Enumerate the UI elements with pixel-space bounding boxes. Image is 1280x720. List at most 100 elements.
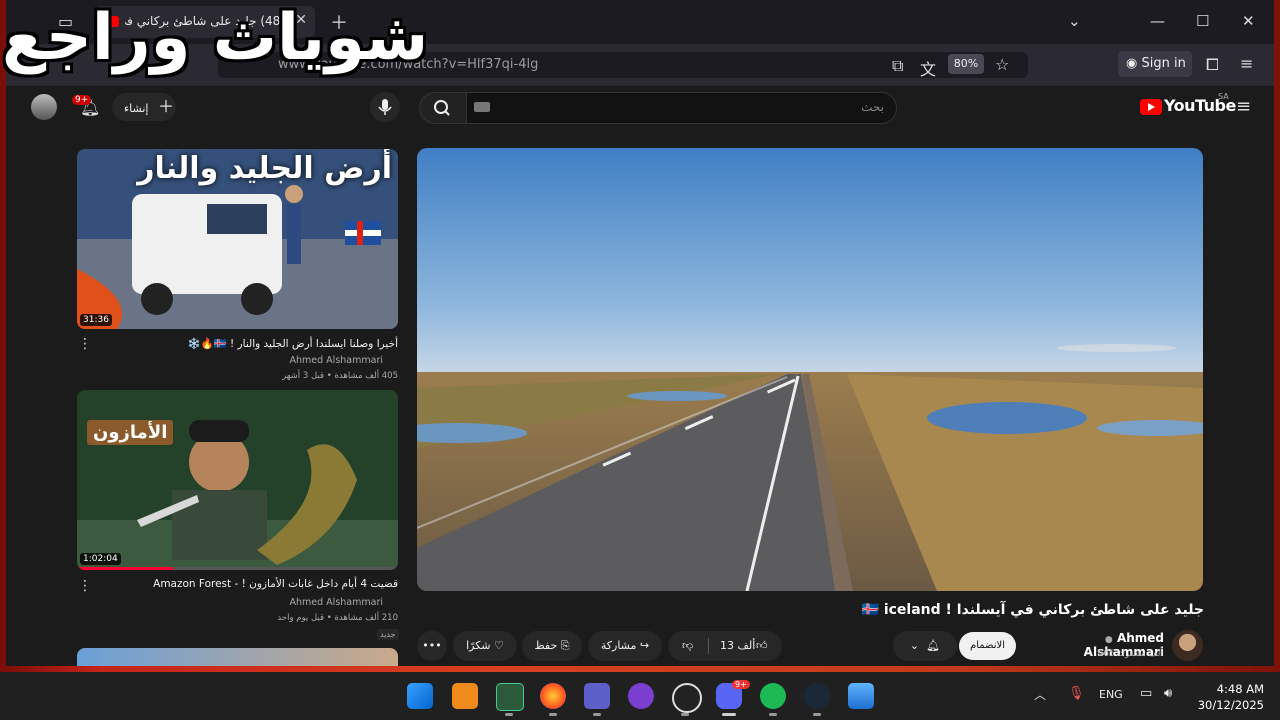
keyboard-icon[interactable] (474, 102, 490, 112)
picture-in-picture-icon[interactable]: ⧉ (892, 56, 903, 76)
subscriber-count: 665 ألف مشترك (1097, 649, 1163, 659)
watch-progress-track (77, 567, 398, 570)
running-indicator (813, 713, 821, 716)
save-label: حفظ (534, 639, 558, 652)
sign-in-button[interactable]: ◉ Sign in (1118, 51, 1192, 77)
subscribe-notifications-button[interactable]: ⌄ 🔔︎ (893, 631, 957, 661)
user-avatar[interactable] (31, 94, 57, 120)
more-icon: ••• (422, 639, 442, 652)
clock-time: 4:48 AM (1216, 682, 1264, 696)
recommendation-title[interactable]: أخيرا وصلنا ايسلندا أرض الجليد والنار ! … (98, 337, 398, 350)
overlay-caption: شوياث وراجع (2, 1, 429, 75)
verified-icon: ● (1104, 635, 1113, 645)
maximize-button[interactable]: ☐ (1196, 12, 1209, 30)
like-dislike-group: 👎︎ 13 ألف 👍︎ (668, 631, 782, 661)
video-player[interactable] (417, 148, 1203, 591)
firefox-icon[interactable] (540, 683, 566, 709)
voice-search-button[interactable] (370, 92, 400, 122)
recommendation-thumbnail[interactable] (77, 648, 398, 666)
heart-dollar-icon: ♡ (494, 639, 504, 652)
video-frame (417, 148, 1203, 591)
recommendation-channel[interactable]: Ahmed Alshammari (83, 355, 383, 366)
share-button[interactable]: مشاركة ↪ (588, 631, 662, 661)
network-icon[interactable]: ▭ (1140, 686, 1152, 701)
search-placeholder: بحث (861, 100, 884, 114)
clock[interactable]: 4:48 AM 30/12/2025 (1196, 681, 1264, 713)
channel-avatar[interactable] (1172, 630, 1203, 661)
running-indicator (549, 713, 557, 716)
more-actions-button[interactable]: ••• (417, 631, 447, 661)
recommendation-title[interactable]: قضيت 4 أيام داخل غابات الأمازون ! - Amaz… (98, 578, 398, 590)
thanks-button[interactable]: شكرًا ♡ (453, 631, 517, 661)
create-button[interactable]: إنشاء ＋ (112, 93, 176, 121)
running-indicator (505, 713, 513, 716)
divider (708, 638, 709, 654)
obs-icon[interactable] (672, 683, 702, 713)
extensions-icon[interactable]: ⧠ (1206, 55, 1219, 75)
discord-badge: 9+ (732, 680, 750, 689)
windows-start-icon[interactable] (407, 683, 433, 709)
search-input[interactable]: بحث (465, 92, 897, 124)
guide-menu-icon[interactable]: ≡ (1236, 96, 1251, 117)
youtube-play-icon (1140, 99, 1162, 115)
notification-count: 9+ (72, 95, 92, 105)
more-options-icon[interactable]: ⋮ (78, 336, 92, 352)
xbox-icon[interactable] (496, 683, 524, 711)
active-indicator (722, 713, 736, 716)
thumbnail-text: أرض الجليد والنار (137, 151, 392, 186)
recommendation-thumbnail[interactable]: الأمازون 1:02:04 (77, 390, 398, 570)
translate-icon[interactable]: 文 (920, 56, 936, 80)
dislike-icon[interactable]: 👎︎ (682, 631, 693, 661)
region-code: SA (1218, 92, 1229, 101)
running-indicator (681, 713, 689, 716)
close-window-button[interactable]: ✕ (1242, 12, 1255, 30)
chevron-down-icon: ⌄ (909, 639, 920, 652)
cortana-icon[interactable] (628, 683, 654, 709)
new-badge: جديد (377, 629, 399, 640)
tray-microphone-icon[interactable]: 🎙︎ (1068, 686, 1085, 701)
recommendation-meta: 405 ألف مشاهدة • قبل 3 أشهر (282, 371, 398, 381)
app-menu-icon[interactable]: ≡ (1240, 54, 1253, 73)
recommendation-meta: 210 ألف مشاهدة • قبل يوم واحد (277, 613, 398, 623)
clock-date: 30/12/2025 (1197, 698, 1264, 712)
share-label: مشاركة (600, 639, 637, 652)
account-icon: ◉ (1126, 56, 1138, 71)
language-indicator[interactable]: ENG (1099, 688, 1123, 701)
zoom-level[interactable]: 80% (948, 54, 984, 74)
recommendation-channel[interactable]: Ahmed Alshammari (83, 597, 383, 608)
thumbnail-text: الأمازون (87, 420, 174, 445)
search-button[interactable] (419, 92, 467, 124)
thanks-label: شكرًا (466, 639, 491, 652)
video-duration: 31:36 (80, 314, 112, 326)
running-indicator (769, 713, 777, 716)
share-icon: ↪ (639, 639, 650, 652)
spotify-icon[interactable] (760, 683, 786, 709)
video-title: جليد على شاطئ بركاني في آيسلندا ! 🇮🇸 ice… (861, 602, 1204, 618)
save-button[interactable]: حفظ ⎘ (522, 631, 582, 661)
teams-icon[interactable] (584, 683, 610, 709)
bookmark-icon: ⎘ (560, 639, 570, 652)
minimize-button[interactable]: — (1150, 12, 1165, 30)
like-icon[interactable]: 👍︎ (756, 631, 768, 661)
microphone-icon (378, 99, 392, 115)
running-indicator (593, 713, 601, 716)
join-button[interactable]: الانضمام (959, 632, 1016, 660)
bell-icon: 🔔︎ (926, 639, 941, 652)
watch-progress-bar (77, 567, 174, 570)
steam-icon[interactable] (804, 683, 830, 709)
store-icon[interactable] (452, 683, 478, 709)
more-options-icon[interactable]: ⋮ (78, 578, 92, 594)
bookmark-star-icon[interactable]: ☆ (995, 55, 1009, 74)
create-label: إنشاء (124, 102, 149, 115)
search-icon (434, 100, 450, 116)
like-count[interactable]: 13 ألف (720, 631, 755, 661)
plus-icon: ＋ (157, 97, 174, 116)
volume-icon[interactable]: 🔊︎ (1164, 686, 1172, 701)
recommendation-thumbnail[interactable]: أرض الجليد والنار 31:36 (77, 149, 398, 329)
tab-overflow-icon[interactable]: ⌄ (1068, 12, 1081, 30)
photos-icon[interactable] (848, 683, 874, 709)
tray-overflow-icon[interactable]: ︿ (1034, 686, 1046, 703)
video-duration: 1:02:04 (80, 553, 121, 565)
thumbnail-image (77, 390, 398, 570)
sign-in-label: Sign in (1141, 56, 1186, 71)
